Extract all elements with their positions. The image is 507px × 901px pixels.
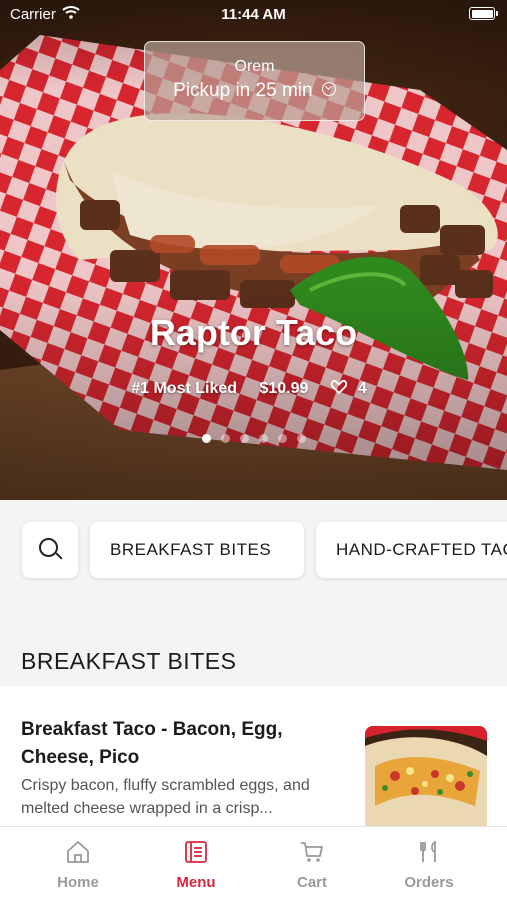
category-chip-breakfast[interactable]: BREAKFAST BITES [90, 522, 304, 578]
featured-likes[interactable]: 4 [330, 380, 376, 397]
category-bar[interactable]: BREAKFAST BITES HAND-CRAFTED TACOS [0, 500, 507, 596]
tab-cart-label: Cart [296, 874, 327, 891]
tab-home-label: Home [57, 874, 99, 891]
carousel-dot[interactable] [296, 434, 306, 443]
hero-banner[interactable]: Carrier 11:44 AM Orem Pickup in 25 min R… [0, 0, 507, 500]
category-chip-hand-crafted[interactable]: HAND-CRAFTED TACOS [316, 522, 507, 578]
tab-orders[interactable]: Orders [369, 827, 489, 901]
carousel-dot[interactable] [258, 434, 268, 443]
menu-item-card[interactable]: Breakfast Taco - Bacon, Egg, Cheese, Pic… [0, 686, 507, 826]
battery-icon [469, 7, 498, 20]
tab-orders-label: Orders [404, 874, 454, 891]
status-time: 11:44 AM [221, 6, 286, 23]
menu-item-name: Breakfast Taco - Bacon, Egg, Cheese, Pic… [21, 719, 283, 768]
menu-item-image [365, 726, 487, 826]
status-bar: Carrier 11:44 AM [0, 0, 507, 30]
featured-price: $10.99 [259, 380, 309, 397]
tab-cart[interactable]: Cart [252, 827, 372, 901]
home-icon [67, 841, 89, 863]
pickup-location: Orem [234, 58, 275, 75]
tab-menu-label: Menu [176, 874, 216, 891]
menu-book-icon [185, 841, 207, 863]
fork-knife-icon [420, 840, 436, 862]
cart-icon [301, 842, 323, 862]
carousel-indicator [0, 430, 507, 448]
carousel-dot[interactable] [277, 434, 287, 443]
featured-badge: #1 Most Liked [131, 380, 238, 397]
menu-section-header: BREAKFAST BITES [0, 596, 507, 686]
menu-item-description: Crispy bacon, fluffy scrambled eggs, and… [21, 777, 310, 817]
section-title: BREAKFAST BITES [21, 648, 237, 674]
search-button[interactable] [22, 522, 78, 578]
tab-home[interactable]: Home [18, 827, 138, 901]
pickup-time-label: Pickup in 25 min [173, 80, 313, 101]
heart-icon [330, 380, 347, 394]
carousel-dot[interactable] [239, 434, 249, 443]
featured-item-meta: #1 Most Liked $10.99 4 [0, 380, 507, 398]
tab-menu[interactable]: Menu [136, 827, 256, 901]
bottom-tab-bar: Home Menu Cart Orders [0, 826, 507, 901]
chevron-down-circle-icon [321, 81, 336, 96]
carousel-dot[interactable] [220, 434, 230, 443]
search-icon [39, 538, 58, 557]
pickup-selector[interactable]: Orem Pickup in 25 min [144, 41, 365, 121]
featured-likes-count: 4 [357, 380, 367, 397]
carousel-dot[interactable] [201, 434, 211, 443]
featured-item-title: Raptor Taco [149, 312, 358, 353]
